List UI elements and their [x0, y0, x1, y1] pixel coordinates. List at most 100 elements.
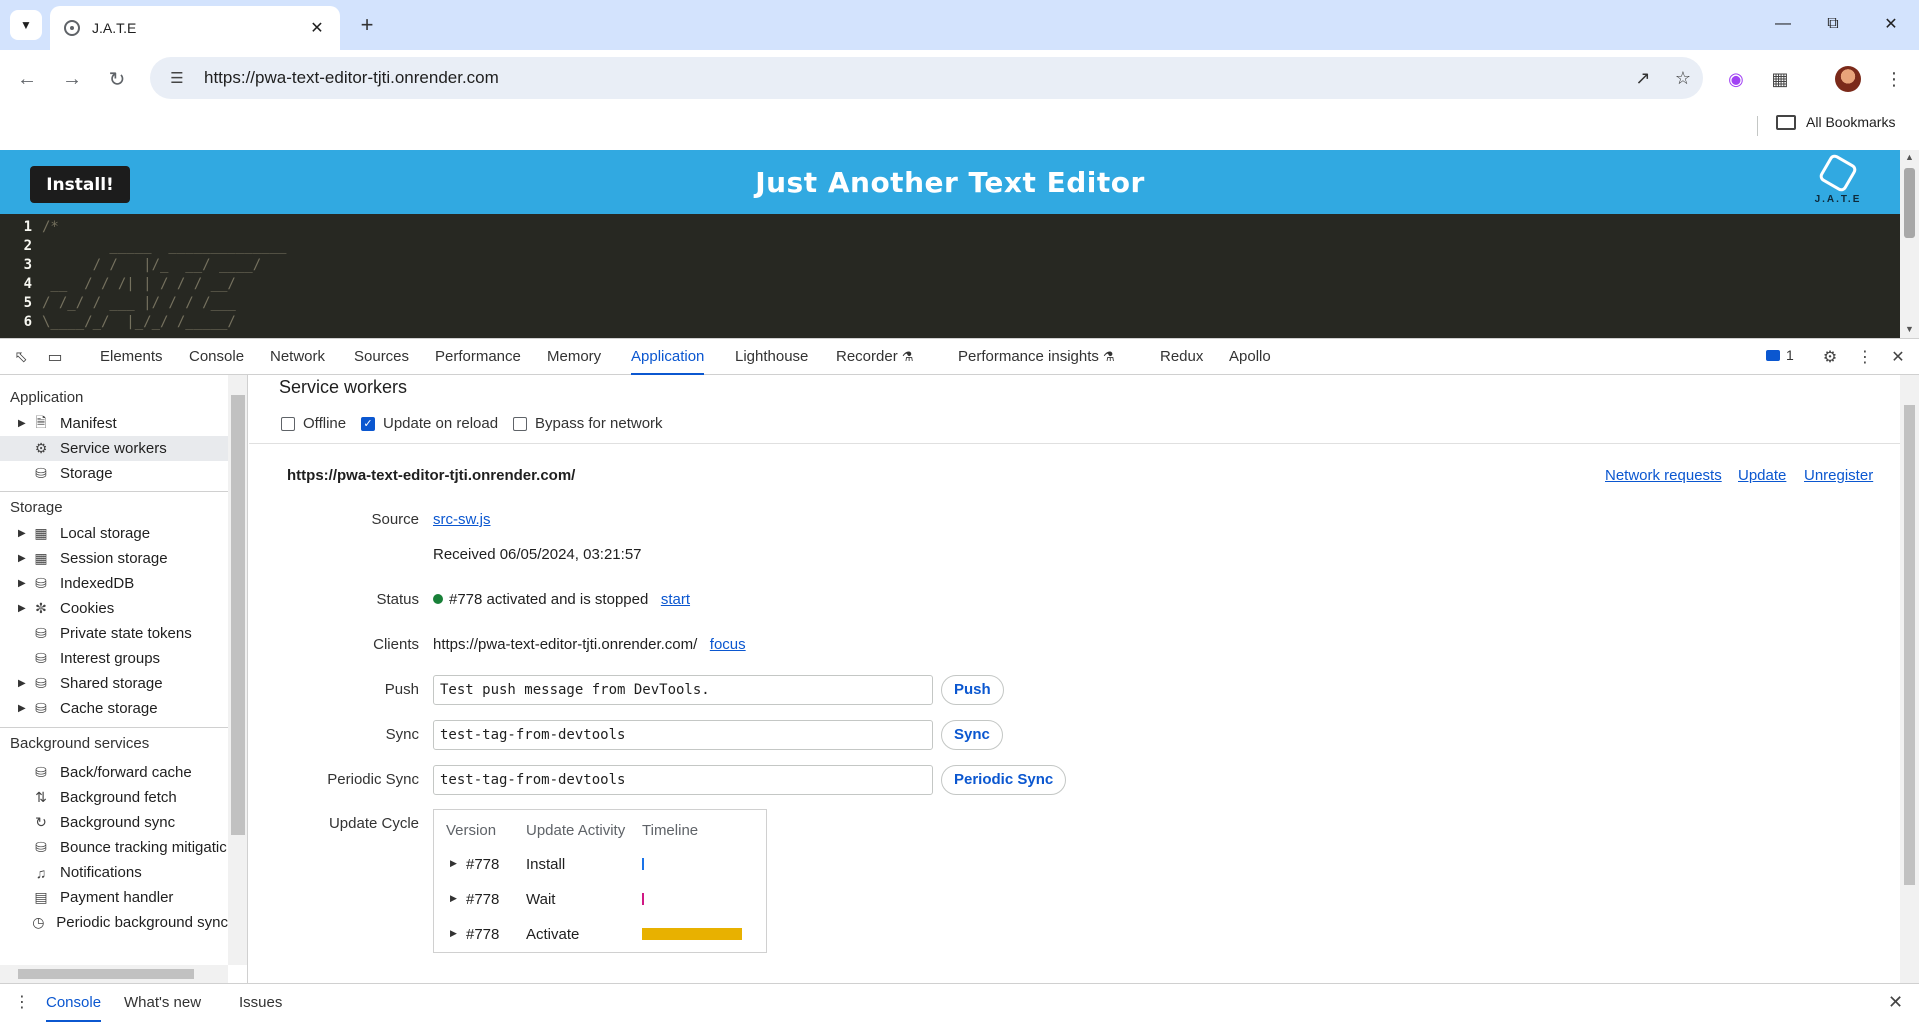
tab-performance[interactable]: Performance	[435, 339, 521, 375]
expand-arrow-icon[interactable]: ▶	[18, 603, 30, 614]
expand-arrow-icon[interactable]: ▶	[18, 553, 30, 564]
main-scrollbar[interactable]	[1900, 375, 1919, 983]
new-tab-button[interactable]: +	[352, 10, 382, 40]
scrollbar-thumb[interactable]	[231, 395, 245, 835]
tab-application[interactable]: Application	[631, 339, 705, 375]
sidebar-item-background-sync[interactable]: ↻ Background sync	[0, 810, 228, 835]
sidebar-item-service-workers[interactable]: ⚙ Service workers	[0, 436, 228, 461]
sidebar-item-payment-handler[interactable]: ▤ Payment handler	[0, 885, 228, 910]
sidebar-item-bfcache[interactable]: ⛁ Back/forward cache	[0, 760, 228, 785]
tab-recorder[interactable]: Recorder ⚗	[836, 339, 913, 375]
bypass-network-checkbox[interactable]: Bypass for network	[513, 415, 663, 432]
tab-redux[interactable]: Redux	[1160, 339, 1203, 375]
sidebar-item-notifications[interactable]: ♫ Notifications	[0, 860, 228, 885]
drawer-tab-whats-new[interactable]: What's new	[124, 984, 201, 1022]
sidebar-item-shared-storage[interactable]: ▶ ⛁ Shared storage	[0, 671, 228, 696]
sidebar-item-cookies[interactable]: ▶ ✼ Cookies	[0, 596, 228, 621]
scrollbar-thumb[interactable]	[1904, 405, 1915, 885]
scrollbar-thumb[interactable]	[18, 969, 194, 979]
start-link[interactable]: start	[661, 591, 690, 608]
cast-icon[interactable]: ◉	[1718, 62, 1754, 96]
close-window-button[interactable]: ✕	[1868, 8, 1914, 40]
tab-memory[interactable]: Memory	[547, 339, 601, 375]
sidebar-item-manifest[interactable]: ▶ 🗎 Manifest	[0, 411, 228, 436]
code-editor[interactable]: 1 /* 2 _____ ______________ 3 / / |/_ __/…	[0, 214, 1900, 338]
open-in-app-icon[interactable]: ↗	[1623, 68, 1663, 89]
tab-apollo[interactable]: Apollo	[1229, 339, 1271, 375]
tab-performance-insights[interactable]: Performance insights ⚗	[958, 339, 1115, 375]
tab-search-button[interactable]: ▼	[10, 10, 42, 40]
expand-arrow-icon[interactable]: ▶	[18, 678, 30, 689]
expand-arrow-icon[interactable]: ▶	[450, 858, 457, 869]
source-file-link[interactable]: src-sw.js	[433, 511, 491, 528]
inspect-element-icon[interactable]: ⬁	[9, 345, 33, 369]
checkbox-box[interactable]	[281, 416, 295, 431]
update-link[interactable]: Update	[1738, 467, 1786, 484]
network-requests-link[interactable]: Network requests	[1605, 467, 1722, 484]
offline-checkbox[interactable]: Offline	[281, 415, 346, 432]
checkbox-box[interactable]	[513, 416, 527, 431]
sidebar-item-storage[interactable]: ⛁ Storage	[0, 461, 228, 486]
table-row[interactable]: ▶ #778 Install	[434, 852, 768, 880]
all-bookmarks-button[interactable]: All Bookmarks	[1776, 114, 1895, 130]
expand-arrow-icon[interactable]: ▶	[18, 578, 30, 589]
profile-button[interactable]	[1830, 62, 1866, 96]
device-toolbar-icon[interactable]: ▭	[43, 345, 67, 369]
sync-button[interactable]: Sync	[941, 720, 1003, 750]
restore-button[interactable]: ⧉	[1810, 8, 1856, 40]
drawer-menu-icon[interactable]: ⋮	[14, 992, 30, 1012]
settings-gear-icon[interactable]: ⚙	[1818, 345, 1842, 369]
back-button[interactable]: ←	[10, 62, 44, 96]
sidebar-scrollbar[interactable]	[228, 375, 247, 965]
url-text[interactable]: https://pwa-text-editor-tjti.onrender.co…	[204, 68, 1623, 88]
sync-input[interactable]: test-tag-from-devtools	[433, 720, 933, 750]
close-tab-icon[interactable]: ✕	[306, 17, 328, 39]
tab-network[interactable]: Network	[270, 339, 325, 375]
tab-sources[interactable]: Sources	[354, 339, 409, 375]
issues-badge[interactable]: 1	[1766, 347, 1794, 363]
scrollbar-thumb[interactable]	[1904, 168, 1915, 238]
page-scrollbar[interactable]: ▲ ▼	[1900, 150, 1919, 338]
periodic-sync-button[interactable]: Periodic Sync	[941, 765, 1067, 795]
expand-arrow-icon[interactable]: ▶	[450, 928, 457, 939]
sidebar-horizontal-scrollbar[interactable]	[0, 965, 228, 983]
expand-arrow-icon[interactable]: ▶	[18, 418, 30, 429]
table-row[interactable]: ▶ #778 Wait	[434, 887, 768, 915]
tab-console[interactable]: Console	[189, 339, 244, 375]
close-drawer-icon[interactable]: ✕	[1888, 992, 1903, 1013]
minimize-button[interactable]: —	[1760, 8, 1806, 40]
drawer-tab-issues[interactable]: Issues	[239, 984, 282, 1022]
unregister-link[interactable]: Unregister	[1804, 467, 1873, 484]
site-info-icon[interactable]: ☰	[162, 69, 192, 87]
focus-link[interactable]: focus	[710, 636, 746, 653]
address-bar[interactable]: ☰ https://pwa-text-editor-tjti.onrender.…	[150, 57, 1703, 99]
extensions-icon[interactable]: ▦	[1762, 62, 1798, 96]
menu-kebab-icon[interactable]: ⋮	[1876, 62, 1912, 96]
reload-button[interactable]: ↻	[100, 62, 134, 96]
sidebar-item-interest-groups[interactable]: ⛁ Interest groups	[0, 646, 228, 671]
expand-arrow-icon[interactable]: ▶	[450, 893, 457, 904]
sidebar-item-bounce-tracking[interactable]: ⛁ Bounce tracking mitigatic	[0, 835, 228, 860]
periodic-sync-input[interactable]: test-tag-from-devtools	[433, 765, 933, 795]
tab-lighthouse[interactable]: Lighthouse	[735, 339, 808, 375]
sidebar-item-periodic-sync[interactable]: ◷ Periodic background sync	[0, 910, 228, 935]
expand-arrow-icon[interactable]: ▶	[18, 703, 30, 714]
checkbox-box-checked[interactable]: ✓	[361, 416, 375, 431]
push-button[interactable]: Push	[941, 675, 1004, 705]
sidebar-item-cache-storage[interactable]: ▶ ⛁ Cache storage	[0, 696, 228, 721]
scroll-up-icon[interactable]: ▲	[1905, 152, 1914, 162]
table-row[interactable]: ▶ #778 Activate	[434, 922, 768, 950]
drawer-tab-console[interactable]: Console	[46, 984, 102, 1022]
browser-tab[interactable]: J.A.T.E ✕	[50, 6, 340, 50]
scroll-down-icon[interactable]: ▼	[1905, 324, 1914, 334]
sidebar-item-local-storage[interactable]: ▶ ▦ Local storage	[0, 521, 228, 546]
expand-arrow-icon[interactable]: ▶	[18, 528, 30, 539]
sidebar-item-indexeddb[interactable]: ▶ ⛁ IndexedDB	[0, 571, 228, 596]
update-on-reload-checkbox[interactable]: ✓ Update on reload	[361, 415, 498, 432]
close-devtools-icon[interactable]: ✕	[1886, 345, 1910, 369]
devtools-menu-icon[interactable]: ⋮	[1853, 345, 1877, 369]
push-input[interactable]: Test push message from DevTools.	[433, 675, 933, 705]
bookmark-star-icon[interactable]: ☆	[1663, 68, 1703, 89]
sidebar-item-session-storage[interactable]: ▶ ▦ Session storage	[0, 546, 228, 571]
sidebar-item-background-fetch[interactable]: ⇅ Background fetch	[0, 785, 228, 810]
